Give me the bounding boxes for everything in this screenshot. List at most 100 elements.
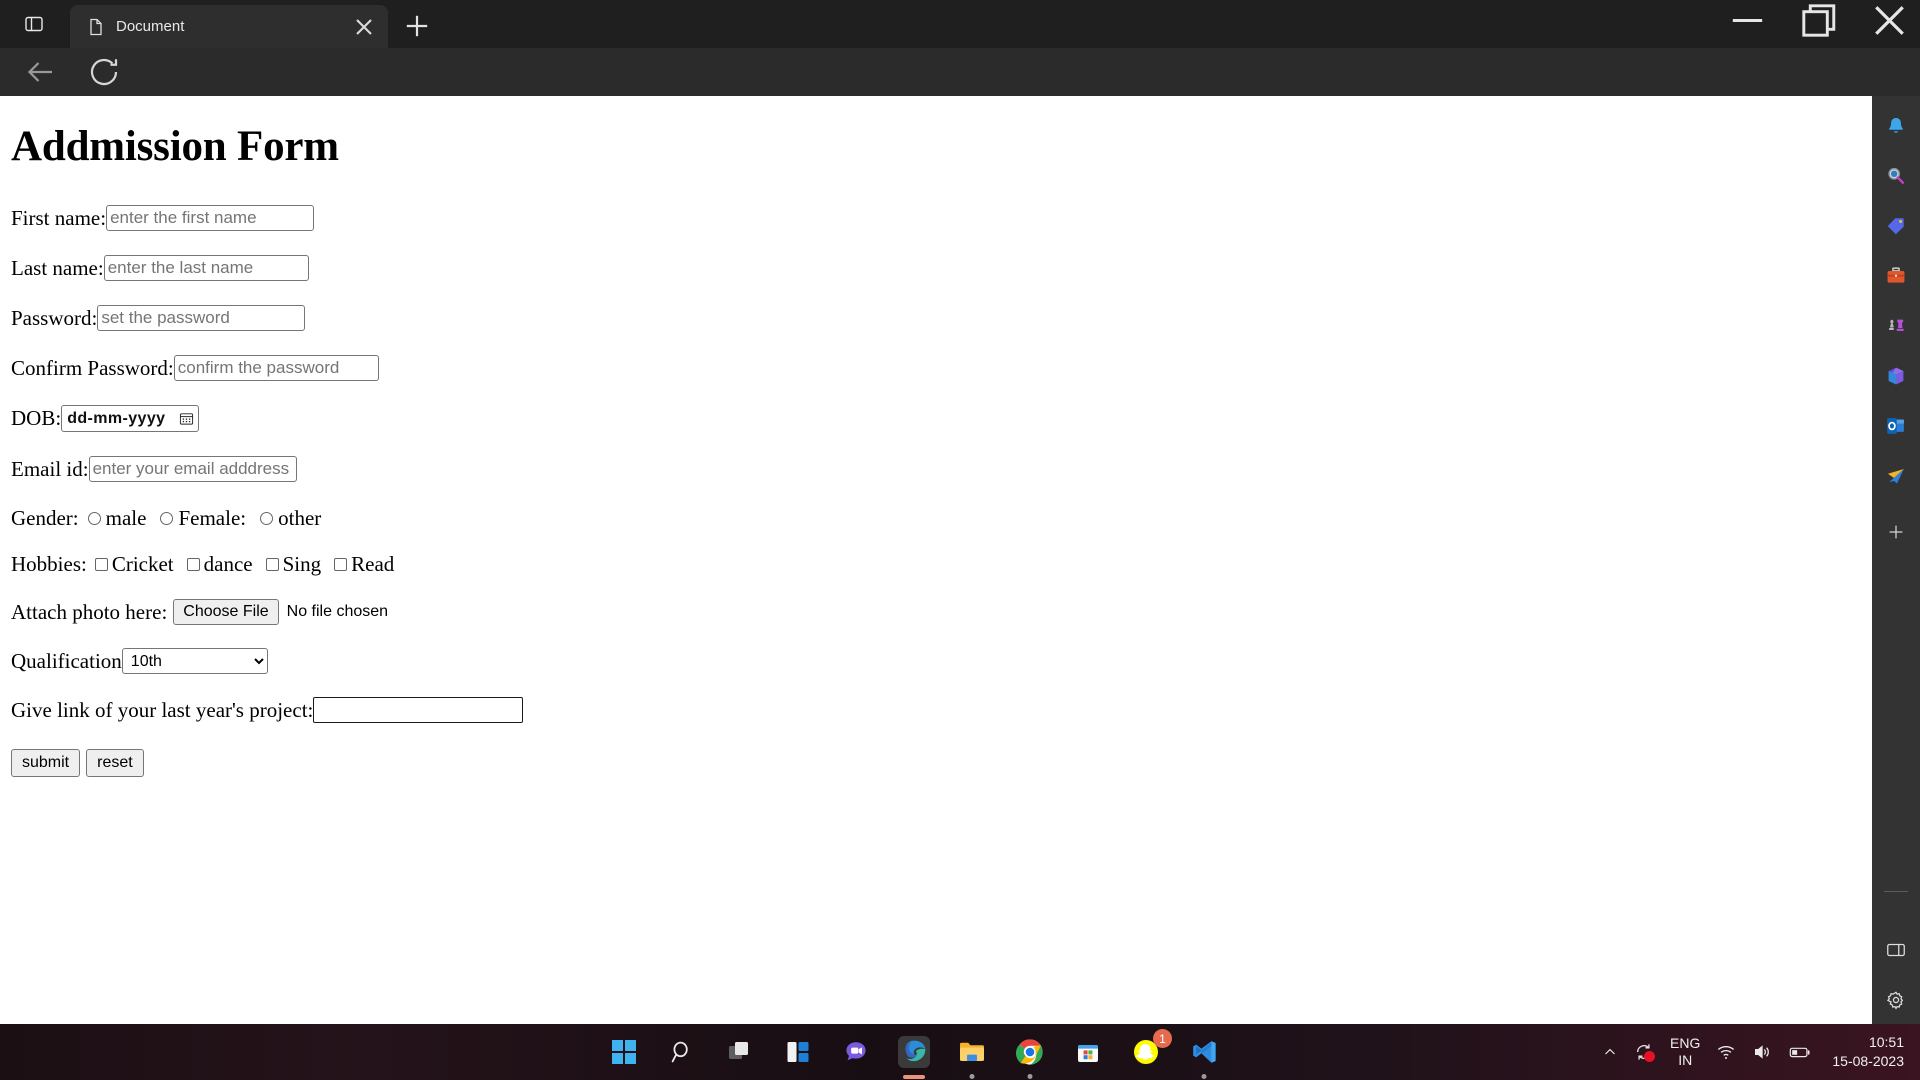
sidebar-pane-icon[interactable]: [1880, 934, 1912, 966]
microsoft-365-icon[interactable]: [1880, 360, 1912, 392]
volume-icon[interactable]: [1752, 1042, 1772, 1062]
confirm-password-label: Confirm Password:: [11, 355, 174, 380]
gender-radio-male[interactable]: [87, 512, 101, 525]
language-primary: ENG: [1670, 1035, 1701, 1051]
form-row-last-name: Last name:: [11, 255, 1872, 281]
form-row-attach-photo: Attach photo here: Choose File No file c…: [11, 599, 1872, 625]
page-title: Addmission Form: [11, 123, 339, 170]
search-button[interactable]: [666, 1036, 698, 1068]
hobby-label-2: Sing: [282, 552, 322, 576]
browser-window: Document Addmission Form First name: ent…: [0, 0, 1920, 1024]
edge-sidebar: [1872, 96, 1920, 1024]
hobby-checkbox-dance[interactable]: [186, 558, 200, 571]
form-row-confirm-password: Confirm Password:: [11, 355, 1872, 381]
form-row-hobbies: Hobbies: Cricket dance Sing Read: [11, 554, 1872, 575]
attach-photo-label: Attach photo here:: [11, 599, 168, 624]
gender-option-label-0: male: [105, 506, 147, 530]
qualification-select[interactable]: 10th12thGraduatePost Graduate: [121, 648, 268, 674]
hobby-label-1: dance: [203, 552, 253, 576]
update-alert-dot: [1644, 1051, 1656, 1062]
update-sync-icon[interactable]: [1634, 1042, 1656, 1062]
language-secondary: IN: [1678, 1052, 1693, 1068]
dob-value: dd-mm-yyyy: [67, 409, 166, 427]
document-icon: [86, 17, 106, 37]
sidebar-settings-gear-icon[interactable]: [1880, 984, 1912, 1016]
email-input[interactable]: [88, 456, 297, 482]
form-row-dob: DOB: dd-mm-yyyy: [11, 405, 1872, 432]
send-plane-icon[interactable]: [1880, 460, 1912, 492]
gender-radio-female[interactable]: [160, 512, 174, 525]
chat-teams-button[interactable]: [840, 1036, 872, 1068]
password-label: Password:: [11, 305, 98, 330]
window-close-button[interactable]: [1866, 0, 1913, 40]
snapchat-button[interactable]: 1: [1130, 1029, 1172, 1068]
widgets-button[interactable]: [782, 1036, 814, 1068]
qualification-label: Qualification: [11, 648, 122, 673]
sidebar-divider: [1884, 891, 1908, 892]
project-link-input[interactable]: [313, 697, 524, 723]
tab-title: Document: [116, 18, 185, 35]
clock-date: 15-08-2023: [1832, 1053, 1904, 1069]
outlook-icon[interactable]: [1880, 410, 1912, 442]
chrome-button[interactable]: [1014, 1036, 1046, 1068]
email-label: Email id:: [11, 456, 89, 481]
submit-button[interactable]: submit: [11, 749, 81, 777]
window-restore-button[interactable]: [1795, 0, 1842, 40]
gender-radio-other[interactable]: [260, 512, 274, 525]
reset-button[interactable]: reset: [86, 749, 144, 777]
taskbar-apps: 1: [608, 1024, 1220, 1080]
start-button[interactable]: [608, 1036, 640, 1068]
first-name-label: First name:: [11, 205, 107, 230]
system-tray: ENG IN 10:51 15-08-2023: [1602, 1024, 1904, 1080]
sidebar-toggle-icon[interactable]: [12, 7, 56, 41]
microsoft-store-button[interactable]: [1072, 1036, 1104, 1068]
task-view-button[interactable]: [724, 1036, 756, 1068]
password-input[interactable]: [97, 305, 306, 331]
project-link-label: Give link of your last year's project:: [11, 697, 314, 722]
form-row-qualification: Qualification 10th12thGraduatePost Gradu…: [11, 648, 1872, 674]
file-explorer-button[interactable]: [956, 1036, 988, 1068]
tools-briefcase-icon[interactable]: [1880, 260, 1912, 292]
add-sidebar-app-icon[interactable]: [1880, 516, 1912, 548]
wifi-icon[interactable]: [1716, 1042, 1736, 1062]
form-row-password: Password:: [11, 305, 1872, 331]
reload-icon[interactable]: [86, 54, 122, 90]
hobby-label-0: Cricket: [111, 552, 174, 576]
edge-button[interactable]: [898, 1036, 930, 1068]
choose-file-button[interactable]: Choose File: [173, 599, 279, 625]
gender-option-label-1: Female:: [178, 506, 247, 530]
search-icon[interactable]: [1880, 160, 1912, 192]
clock[interactable]: 10:51 15-08-2023: [1832, 1033, 1904, 1071]
hobby-checkbox-sing[interactable]: [265, 558, 279, 571]
chevron-up-icon[interactable]: [1602, 1044, 1618, 1060]
form-row-first-name: First name:: [11, 205, 1872, 231]
form-row-actions: submit reset: [11, 749, 1872, 777]
browser-tab[interactable]: Document: [70, 5, 388, 48]
language-indicator[interactable]: ENG IN: [1670, 1035, 1700, 1069]
notifications-icon[interactable]: [1880, 110, 1912, 142]
shopping-tag-icon[interactable]: [1880, 210, 1912, 242]
clock-time: 10:51: [1868, 1034, 1904, 1050]
form-row-gender: Gender: male Female: other: [11, 508, 1872, 529]
tab-close-icon[interactable]: [350, 13, 378, 41]
first-name-input[interactable]: [106, 205, 315, 231]
hobby-checkbox-read[interactable]: [334, 558, 348, 571]
hobby-checkbox-cricket[interactable]: [94, 558, 108, 571]
confirm-password-input[interactable]: [173, 355, 379, 381]
games-chess-icon[interactable]: [1880, 310, 1912, 342]
browser-toolbar: File E:/WebPage%20Created%20by%20Rahul%2…: [0, 48, 1920, 138]
battery-icon[interactable]: [1788, 1042, 1812, 1062]
back-arrow-icon[interactable]: [22, 54, 58, 90]
hobby-label-3: Read: [351, 552, 395, 576]
tab-strip: Document: [0, 0, 1920, 48]
vscode-button[interactable]: [1188, 1036, 1220, 1068]
new-tab-button[interactable]: [400, 10, 434, 42]
calendar-icon[interactable]: [179, 411, 194, 426]
page-content: Addmission Form First name: Last name: P…: [0, 96, 1872, 1024]
file-chosen-status: No file chosen: [286, 603, 389, 620]
window-minimize-button[interactable]: [1724, 0, 1771, 40]
last-name-input[interactable]: [103, 255, 309, 281]
snapchat-badge: 1: [1153, 1029, 1172, 1048]
gender-label: Gender:: [11, 506, 79, 530]
dob-input[interactable]: dd-mm-yyyy: [61, 405, 200, 432]
